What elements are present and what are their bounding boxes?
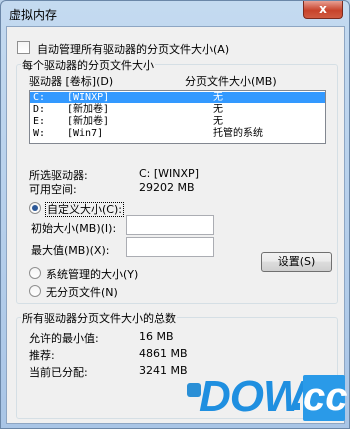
no-paging-file-label[interactable]: 无分页文件(N) [46, 284, 118, 300]
free-space-value: 29202 MB [139, 181, 195, 194]
drive-label: [Win7] [67, 128, 104, 139]
initial-size-input[interactable] [126, 215, 214, 235]
set-button[interactable]: 设置(S) [261, 252, 332, 272]
down-cc-watermark: DOWN cc [187, 373, 349, 427]
drive-row-e[interactable]: E: [新加卷] 无 [30, 116, 325, 127]
drive-column-header: 驱动器 [卷标](D) [29, 75, 114, 88]
drive-size: 无 [213, 92, 223, 103]
close-button[interactable]: x [303, 1, 343, 19]
drives-group-legend: 每个驱动器的分页文件大小 [21, 57, 155, 73]
drive-size: 无 [213, 116, 223, 127]
virtual-memory-window: 虚拟内存 x 自动管理所有驱动器的分页文件大小(A) 每个驱动器的分页文件大小 … [0, 0, 350, 429]
drive-row-c[interactable]: C: [WINXP] 无 [30, 92, 325, 103]
drive-size: 无 [213, 104, 223, 115]
title-bar[interactable]: 虚拟内存 x [1, 1, 349, 25]
min-allowed-value: 16 MB [139, 330, 174, 343]
drive-letter: C: [33, 92, 46, 103]
watermark-dot [293, 403, 300, 410]
drive-letter: D: [33, 104, 46, 115]
max-size-label: 最大值(MB)(X): [31, 244, 110, 257]
drive-row-d[interactable]: D: [新加卷] 无 [30, 104, 325, 115]
drive-size: 托管的系统 [213, 128, 263, 139]
max-size-input[interactable] [126, 237, 214, 257]
dialog-client-area: 自动管理所有驱动器的分页文件大小(A) 每个驱动器的分页文件大小 驱动器 [卷标… [6, 26, 345, 424]
watermark-cc-box: cc [303, 375, 348, 421]
drive-label: [WINXP] [67, 92, 110, 103]
auto-manage-checkbox[interactable] [17, 41, 30, 54]
free-space-label: 可用空间: [29, 183, 77, 196]
drive-label: [新加卷] [67, 116, 110, 127]
system-managed-label[interactable]: 系统管理的大小(Y) [46, 266, 138, 282]
drive-row-w[interactable]: W: [Win7] 托管的系统 [30, 128, 325, 139]
custom-size-label: 自定义大小(C): [45, 202, 124, 217]
custom-size-label-wrap[interactable]: 自定义大小(C): [45, 201, 124, 217]
auto-manage-label[interactable]: 自动管理所有驱动器的分页文件大小(A) [37, 41, 229, 57]
size-column-header: 分页文件大小(MB) [185, 75, 277, 88]
currently-allocated-label: 当前已分配: [29, 366, 88, 379]
window-title: 虚拟内存 [9, 8, 58, 22]
recommended-label: 推荐: [29, 349, 55, 362]
currently-allocated-value: 3241 MB [139, 364, 188, 377]
drive-listbox[interactable]: C: [WINXP] 无 D: [新加卷] 无 E: [新加卷] 无 W: [W… [29, 90, 326, 144]
system-managed-radio[interactable] [29, 267, 41, 279]
drive-letter: E: [33, 116, 46, 127]
min-allowed-label: 允许的最小值: [29, 332, 99, 345]
drive-label: [新加卷] [67, 104, 110, 115]
selected-drive-value: C: [WINXP] [139, 167, 199, 180]
no-paging-file-radio[interactable] [29, 285, 41, 297]
drive-letter: W: [33, 128, 46, 139]
initial-size-label: 初始大小(MB)(I): [31, 222, 117, 235]
recommended-value: 4861 MB [139, 347, 188, 360]
custom-size-radio[interactable] [29, 202, 41, 214]
totals-group-legend: 所有驱动器分页文件大小的总数 [21, 310, 177, 326]
close-icon: x [319, 2, 327, 16]
